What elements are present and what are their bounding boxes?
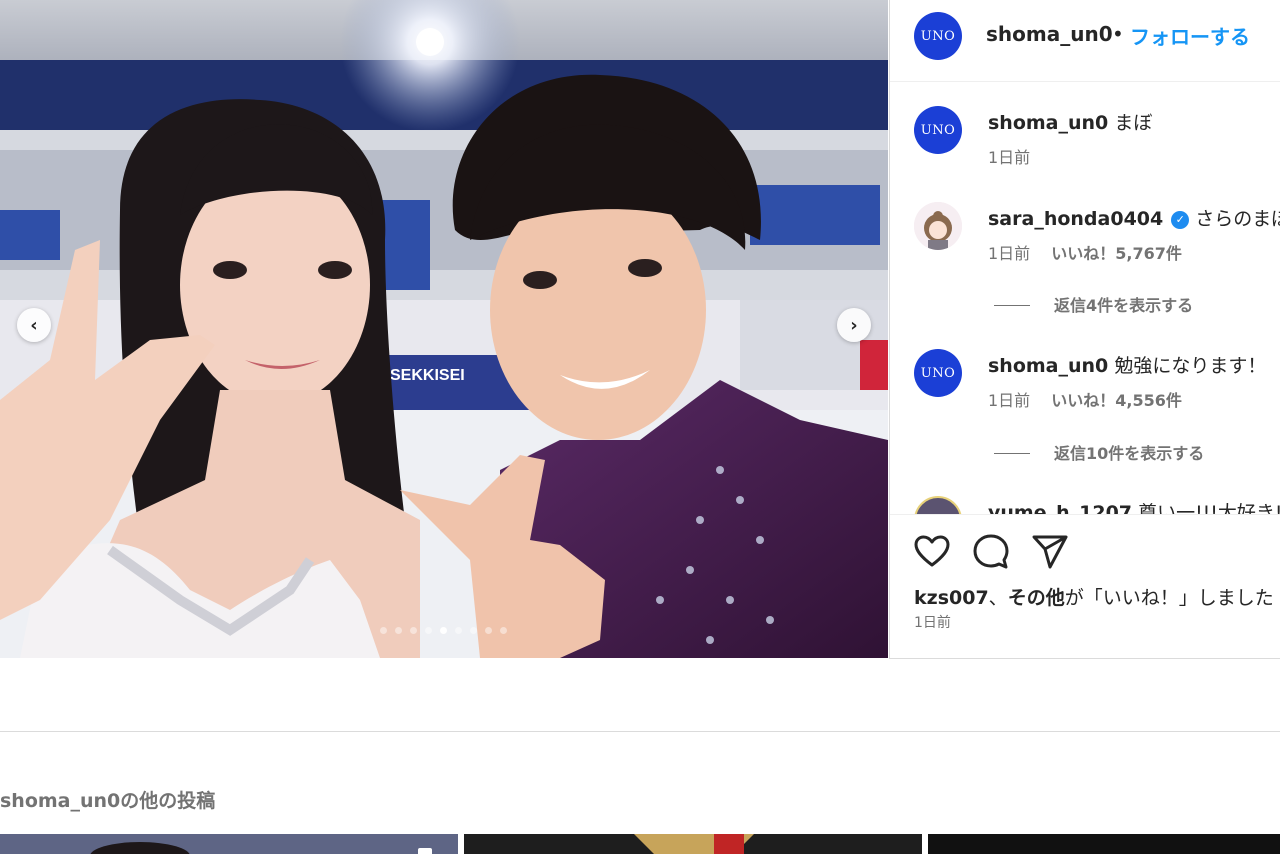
comment-avatar[interactable] — [914, 496, 962, 514]
carousel-dot — [500, 627, 507, 634]
post-timestamp[interactable]: 1日前 — [914, 612, 951, 632]
carousel-dot — [455, 627, 462, 634]
carousel-dot — [425, 627, 432, 634]
comment-body: さらのまぼ — [1195, 208, 1280, 230]
comment-username[interactable]: shoma_un0 — [988, 112, 1108, 134]
next-slide-button[interactable]: › — [837, 308, 871, 342]
follow-button[interactable]: フォローする — [1130, 21, 1250, 50]
post-media[interactable]: SEKKISEI ‹ › — [0, 0, 888, 658]
liked-by-others[interactable]: その他 — [1008, 587, 1065, 609]
comment-time[interactable]: 1日前 — [988, 148, 1030, 167]
carousel-dot — [470, 627, 477, 634]
liked-by-user[interactable]: kzs007 — [914, 587, 989, 609]
comment-username[interactable]: shoma_un0 — [988, 355, 1108, 377]
carousel-dot — [395, 627, 402, 634]
more-post-thumbnail[interactable] — [928, 834, 1280, 854]
view-replies-label: 返信4件を表示する — [1054, 296, 1194, 315]
author-username[interactable]: shoma_un0 — [986, 22, 1113, 46]
comment-meta: 1日前 いいね！5,767件 — [988, 240, 1182, 264]
carousel-indicator — [380, 627, 507, 634]
carousel-dot — [410, 627, 417, 634]
thumbnail-preview — [0, 834, 458, 854]
view-replies-button[interactable]: 返信10件を表示する — [994, 440, 1204, 464]
comment-meta: 1日前 — [988, 144, 1030, 168]
post-sidebar: UNO shoma_un0 • フォローする UNO shoma_un0 まぼ … — [889, 0, 1280, 659]
comment-body: まぼ — [1114, 112, 1153, 134]
author-avatar[interactable]: UNO — [914, 12, 962, 60]
comment-text: sara_honda0404 ✓ さらのまぼ — [988, 204, 1280, 231]
comment-likes[interactable]: いいね！5,767件 — [1051, 244, 1182, 263]
more-posts-title: shoma_un0の他の投稿 — [0, 790, 216, 812]
comment-text: shoma_un0 まぼ — [988, 108, 1152, 135]
comment-body: 尊い一!!!大好き!! — [1138, 502, 1280, 514]
comment-avatar[interactable]: UNO — [914, 349, 962, 397]
comment-time[interactable]: 1日前 — [988, 244, 1030, 263]
comment-body: 勉強になります！ — [1114, 355, 1267, 377]
comment-meta: 1日前 いいね！4,556件 — [988, 387, 1182, 411]
thumbnail-preview — [464, 834, 922, 854]
view-replies-button[interactable]: 返信4件を表示する — [994, 292, 1193, 316]
more-post-thumbnail[interactable] — [0, 834, 458, 854]
previous-slide-button[interactable]: ‹ — [17, 308, 51, 342]
actions-divider — [890, 514, 1280, 515]
likes-summary: kzs007、その他が「いいね！」しました — [914, 583, 1274, 610]
verified-icon: ✓ — [1171, 211, 1190, 229]
more-post-thumbnail[interactable] — [464, 834, 922, 854]
comment-text: yume_h_1207 尊い一!!!大好き!! — [988, 498, 1280, 514]
heart-icon[interactable] — [912, 532, 952, 572]
comment-icon[interactable] — [971, 532, 1011, 572]
svg-text:SEKKISEI: SEKKISEI — [390, 367, 465, 384]
section-divider — [0, 731, 1280, 732]
comment-avatar[interactable] — [914, 202, 962, 250]
liked-by-suffix: が「いいね！」しました — [1064, 587, 1274, 609]
share-icon[interactable] — [1030, 532, 1070, 572]
comment-avatar[interactable]: UNO — [914, 106, 962, 154]
comment-time[interactable]: 1日前 — [988, 391, 1030, 410]
replies-line — [994, 453, 1030, 454]
header-separator: • — [1112, 22, 1124, 46]
carousel-dot — [380, 627, 387, 634]
liked-by-sep: 、 — [988, 587, 1008, 609]
comment-list[interactable]: UNO shoma_un0 まぼ 1日前 sara_honda0404 ✓ さらのま… — [890, 82, 1280, 514]
comment-username[interactable]: sara_honda0404 — [988, 208, 1163, 230]
post-photo: SEKKISEI — [0, 0, 888, 658]
carousel-dot — [440, 627, 447, 634]
comment-username[interactable]: yume_h_1207 — [988, 502, 1132, 514]
avatar-illustration — [914, 202, 962, 250]
comment-likes[interactable]: いいね！4,556件 — [1051, 391, 1182, 410]
replies-line — [994, 305, 1030, 306]
carousel-dot — [485, 627, 492, 634]
comment-text: shoma_un0 勉強になります！ — [988, 351, 1266, 378]
view-replies-label: 返信10件を表示する — [1054, 444, 1205, 463]
